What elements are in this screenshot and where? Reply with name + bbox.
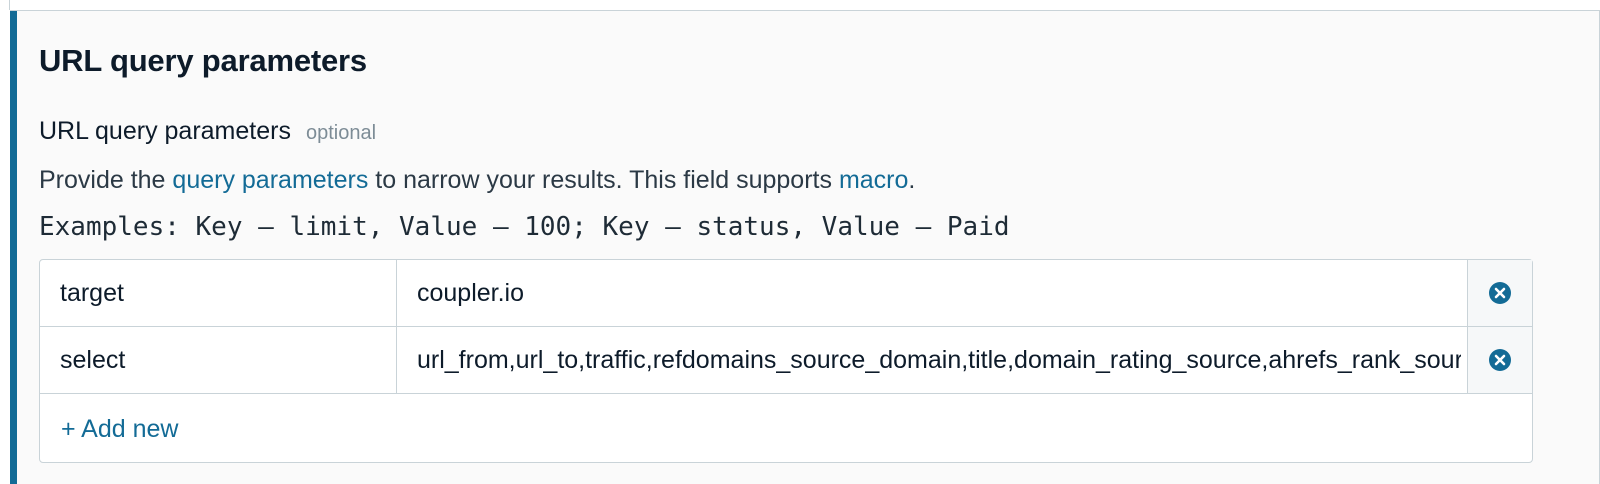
top-strip-edge [0, 0, 10, 10]
macro-link[interactable]: macro [839, 166, 908, 194]
top-strip [0, 0, 1600, 10]
examples-text: Examples: Key – limit, Value – 100; Key … [39, 212, 1010, 242]
query-params-panel: URL query parameters URL query parameter… [10, 10, 1600, 484]
field-label: URL query parameters [39, 117, 291, 145]
param-value-text: coupler.io [417, 278, 525, 307]
close-circle-icon [1489, 282, 1511, 304]
remove-param-button[interactable] [1468, 327, 1532, 393]
param-value-text: url_from,url_to,traffic,refdomains_sourc… [417, 345, 1461, 374]
help-text: Provide the query parameters to narrow y… [39, 166, 915, 195]
panel-accent-bar [10, 11, 17, 484]
help-text-prefix: Provide the [39, 166, 173, 194]
help-text-suffix: . [908, 166, 916, 194]
optional-tag: optional [305, 122, 377, 144]
section-title: URL query parameters [39, 43, 367, 78]
param-key-input[interactable]: select [40, 327, 397, 393]
params-table: target coupler.io select url_from,url_to… [39, 259, 1533, 463]
help-text-middle: to narrow your results. This field suppo… [368, 166, 839, 194]
add-new-param-button[interactable]: + Add new [61, 415, 178, 444]
param-value-input[interactable]: coupler.io [397, 260, 1468, 326]
query-parameters-link[interactable]: query parameters [172, 166, 368, 194]
param-key-input[interactable]: target [40, 260, 397, 326]
param-value-input[interactable]: url_from,url_to,traffic,refdomains_sourc… [397, 327, 1468, 393]
remove-param-button[interactable] [1468, 260, 1532, 326]
close-circle-icon [1489, 349, 1511, 371]
param-row: target coupler.io [40, 260, 1532, 327]
param-row: select url_from,url_to,traffic,refdomain… [40, 327, 1532, 394]
field-label-row: URL query parameters optional [39, 117, 376, 146]
